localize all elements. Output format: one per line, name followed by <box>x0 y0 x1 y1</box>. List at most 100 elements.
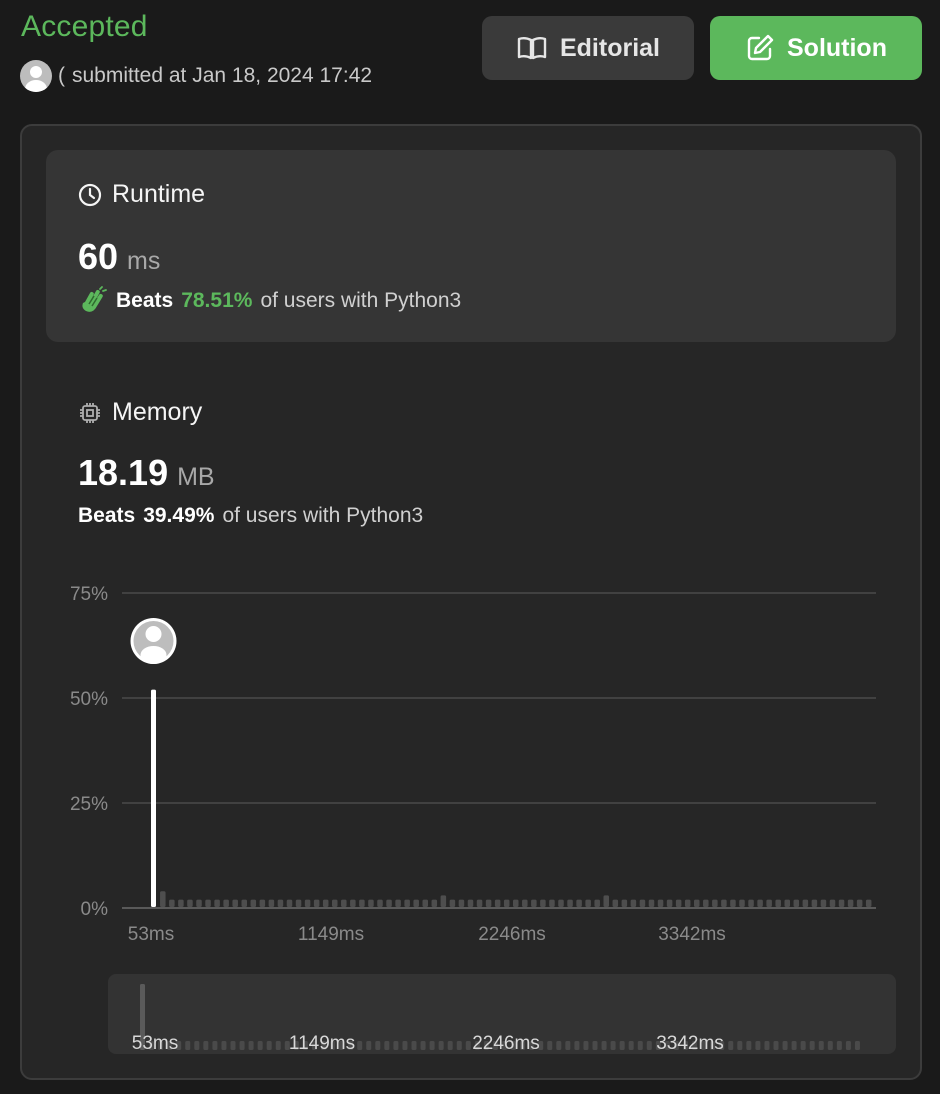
user-marker <box>130 618 177 664</box>
bar <box>775 899 781 907</box>
bar <box>277 899 284 907</box>
bar <box>730 899 736 907</box>
x-tick-label: 2246ms <box>478 924 546 945</box>
bar <box>169 899 175 907</box>
mini-bar <box>583 1041 589 1050</box>
mini-tick-label: 2246ms <box>472 1033 540 1054</box>
bar <box>856 899 863 907</box>
marker-avatar-head <box>145 626 162 642</box>
bar <box>712 899 718 907</box>
bar <box>703 899 709 907</box>
bar <box>449 899 456 907</box>
bar <box>178 899 184 907</box>
mini-bar <box>737 1041 743 1050</box>
bar <box>286 899 293 907</box>
bar <box>549 899 555 907</box>
mini-tick-label: 3342ms <box>656 1033 724 1054</box>
mini-bar <box>221 1041 227 1050</box>
mini-bar <box>592 1041 598 1050</box>
bar <box>404 899 410 907</box>
bar <box>865 899 872 907</box>
mini-bar <box>212 1041 218 1050</box>
mini-bar <box>194 1041 200 1050</box>
bar <box>838 899 845 907</box>
mini-tick-label: 1149ms <box>289 1033 355 1054</box>
mini-bar <box>791 1041 797 1050</box>
mini-bar <box>628 1041 634 1050</box>
bar <box>241 899 247 907</box>
chart-bars <box>151 689 872 907</box>
mini-bar <box>800 1041 806 1050</box>
bar <box>802 899 809 907</box>
mini-bar <box>366 1041 372 1050</box>
bar <box>395 899 401 907</box>
bar <box>793 899 800 907</box>
mini-bar <box>574 1041 580 1050</box>
distribution-chart[interactable]: 75% 50% 25% 0% 53ms 1149ms 2246ms 3342ms 53ms 1… <box>0 0 940 1094</box>
mini-bar <box>203 1041 209 1050</box>
mini-bar <box>836 1041 842 1050</box>
mini-bar <box>646 1041 652 1050</box>
bar <box>386 899 392 907</box>
mini-bar <box>257 1041 263 1050</box>
bar <box>377 899 383 907</box>
x-axis-ticks: 53ms 1149ms 2246ms 3342ms <box>128 924 726 945</box>
mini-bar <box>845 1041 851 1050</box>
bar <box>322 899 329 907</box>
bar <box>829 899 836 907</box>
bar <box>585 899 591 907</box>
mini-bar <box>556 1041 562 1050</box>
mini-bar <box>420 1041 426 1050</box>
mini-bar <box>773 1041 779 1050</box>
bar <box>820 899 827 907</box>
bar <box>657 899 664 907</box>
bar <box>458 899 465 907</box>
bar <box>232 899 238 907</box>
bar <box>494 899 501 907</box>
mini-bar <box>637 1041 643 1050</box>
x-tick-label: 1149ms <box>298 924 364 945</box>
y-tick-label: 75% <box>70 584 108 605</box>
mini-bar <box>465 1041 471 1050</box>
bar <box>205 899 211 907</box>
y-axis-ticks: 75% 50% 25% 0% <box>70 584 108 920</box>
bar <box>531 899 537 907</box>
mini-bar <box>601 1041 607 1050</box>
bar <box>304 899 311 907</box>
bar <box>639 899 646 907</box>
bar <box>341 899 347 907</box>
bar <box>648 899 655 907</box>
mini-bar <box>411 1041 417 1050</box>
bar <box>721 899 727 907</box>
bar <box>467 899 474 907</box>
mini-bar <box>456 1041 462 1050</box>
chart-grid <box>122 592 876 909</box>
bar <box>476 899 483 907</box>
mini-bar <box>375 1041 381 1050</box>
mini-bar <box>755 1041 761 1050</box>
bar <box>223 899 229 907</box>
mini-bar <box>547 1041 553 1050</box>
bar <box>503 899 510 907</box>
bar <box>603 895 609 907</box>
mini-bar <box>728 1041 734 1050</box>
mini-bar <box>429 1041 435 1050</box>
bar <box>757 899 763 907</box>
marker-avatar-body <box>140 646 167 664</box>
mini-bar <box>266 1041 272 1050</box>
mini-bar <box>275 1041 281 1050</box>
mini-bar <box>746 1041 752 1050</box>
bar <box>187 899 193 907</box>
mini-bar <box>809 1041 815 1050</box>
mini-bar <box>239 1041 245 1050</box>
bar <box>368 899 374 907</box>
bar <box>513 899 519 907</box>
bar <box>250 899 257 907</box>
bar <box>431 899 438 907</box>
bar <box>630 899 637 907</box>
bar <box>214 899 220 907</box>
bar <box>784 899 790 907</box>
bar <box>259 899 266 907</box>
bar <box>313 899 320 907</box>
mini-bar <box>782 1041 788 1050</box>
